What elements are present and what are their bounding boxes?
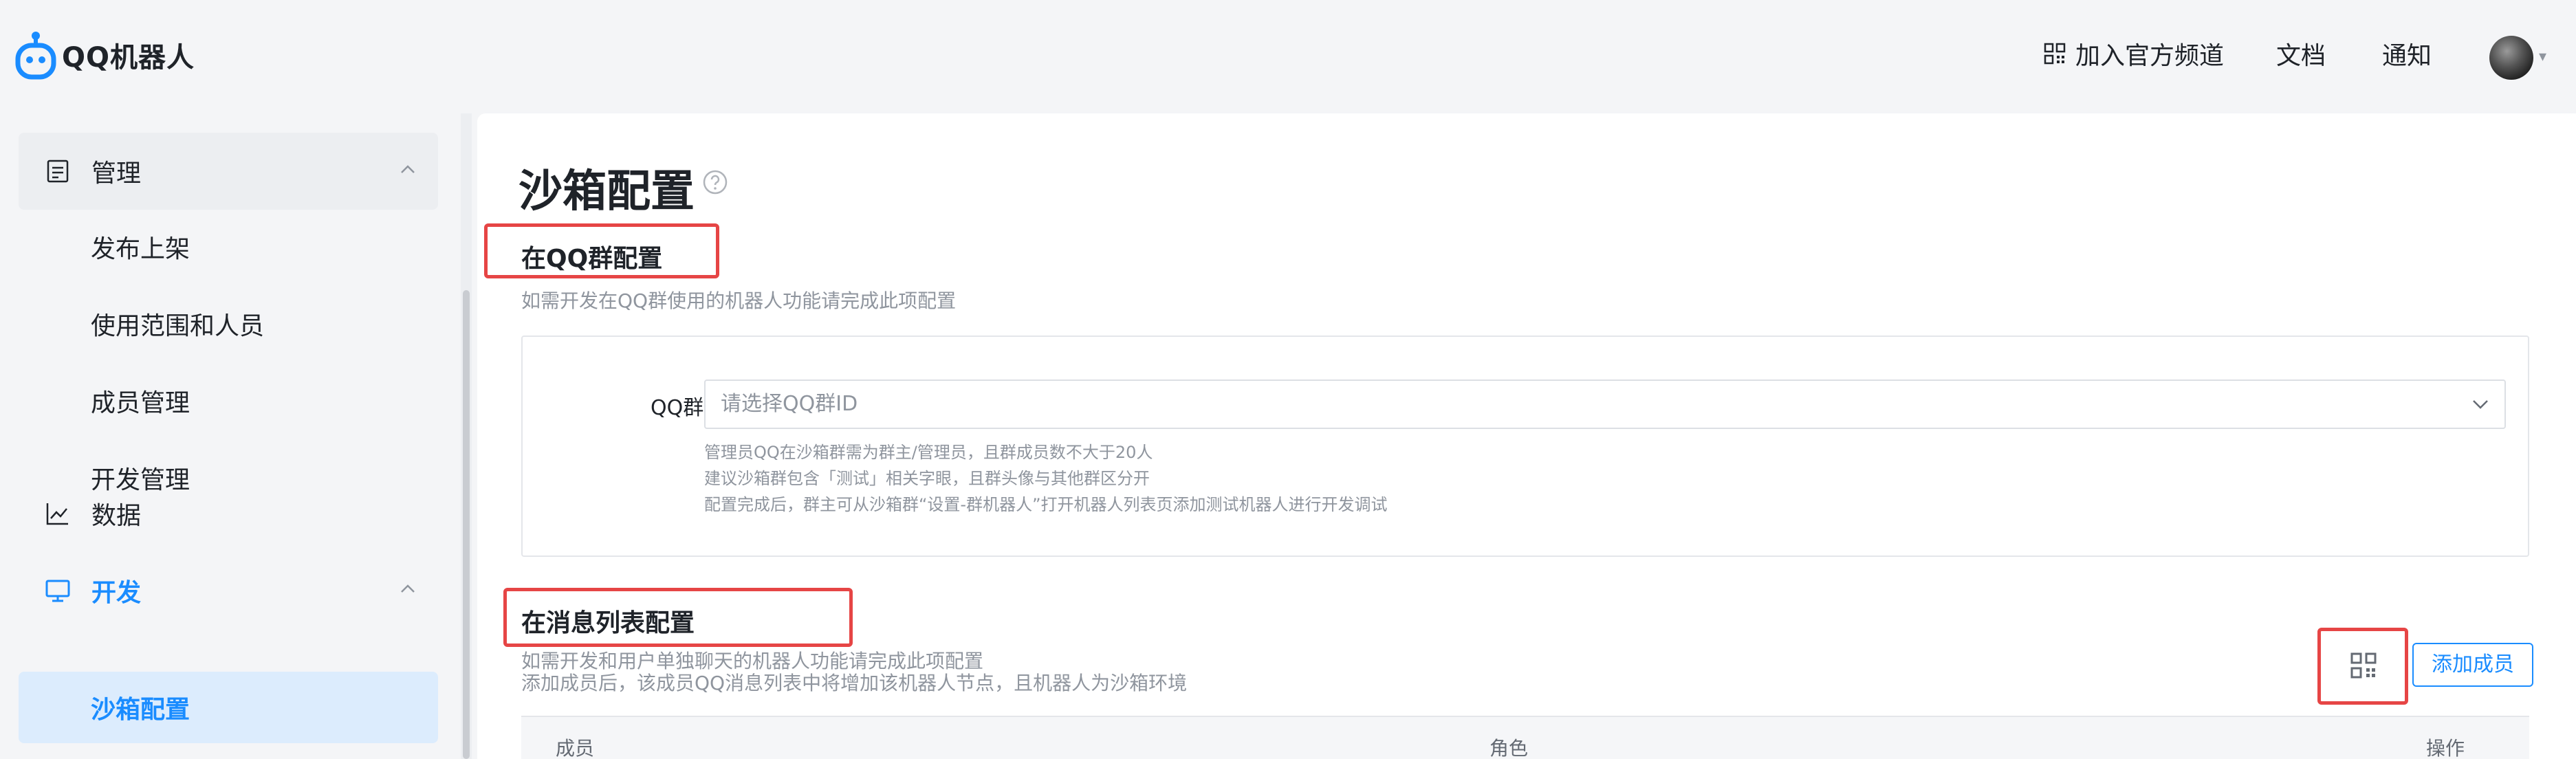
table-header-member: 成员 xyxy=(556,737,595,759)
add-member-button[interactable]: 添加成员 xyxy=(2412,643,2533,687)
group-config-card: QQ群ID 请选择QQ群ID 管理员QQ在沙箱群需为群主/管理员，且群成员数不大… xyxy=(521,336,2529,557)
robot-logo-icon xyxy=(15,32,56,80)
qq-bot-logo[interactable]: QQ机器人 xyxy=(15,28,195,82)
member-table-header: 成员 角色 操作 xyxy=(521,716,2529,759)
sidebar-item-member-management[interactable]: 成员管理 xyxy=(91,383,190,419)
sidebar-group-dev-label: 开发 xyxy=(91,579,142,607)
qr-code-icon xyxy=(2350,652,2377,679)
docs-link[interactable]: 文档 xyxy=(2276,36,2326,72)
group-section-description: 如需开发在QQ群使用的机器人功能请完成此项配置 xyxy=(521,289,957,312)
page-title: 沙箱配置 xyxy=(519,166,695,217)
sidebar-group-manage-label: 管理 xyxy=(91,160,142,188)
user-avatar[interactable] xyxy=(2489,36,2533,80)
sidebar-group-manage[interactable]: 管理 xyxy=(19,133,438,210)
join-channel-label: 加入官方频道 xyxy=(2075,42,2225,70)
qr-code-button[interactable] xyxy=(2342,644,2385,687)
message-section-description-1: 如需开发和用户单独聊天的机器人功能请完成此项配置 xyxy=(521,650,984,672)
select-placeholder: 请选择QQ群ID xyxy=(721,392,858,416)
main-content: 沙箱配置 在QQ群配置 如需开发在QQ群使用的机器人功能请完成此项配置 QQ群I… xyxy=(477,113,2576,759)
sidebar-item-sandbox-config[interactable]: 沙箱配置 xyxy=(19,672,438,743)
table-header-actions: 操作 xyxy=(2426,737,2465,759)
help-circle-icon[interactable] xyxy=(701,168,729,196)
qq-group-id-select[interactable]: 请选择QQ群ID xyxy=(704,380,2506,429)
hint-line-1: 管理员QQ在沙箱群需为群主/管理员，且群成员数不大于20人 xyxy=(704,443,1153,462)
sidebar-scrollbar-thumb[interactable] xyxy=(463,290,470,759)
avatar-chevron-down-icon[interactable]: ▾ xyxy=(2539,48,2546,65)
sidebar-item-publish[interactable]: 发布上架 xyxy=(91,229,190,265)
group-section-title: 在QQ群配置 xyxy=(521,245,663,273)
monitor-icon xyxy=(45,580,70,602)
qr-code-icon xyxy=(2044,43,2066,65)
sidebar-group-dev[interactable]: 开发 xyxy=(19,552,438,629)
table-header-role: 角色 xyxy=(1489,737,1529,759)
document-icon xyxy=(47,160,69,183)
message-section-description-2: 添加成员后，该成员QQ消息列表中将增加该机器人节点，且机器人为沙箱环境 xyxy=(521,672,1188,694)
notifications-link[interactable]: 通知 xyxy=(2382,36,2432,72)
top-header: QQ机器人 加入官方频道 文档 通知 ▾ xyxy=(0,0,2576,113)
hint-line-2: 建议沙箱群包含「测试」相关字眼，且群头像与其他群区分开 xyxy=(704,469,1150,488)
sidebar-group-data[interactable]: 数据 xyxy=(19,475,438,552)
join-official-channel-link[interactable]: 加入官方频道 xyxy=(2044,36,2224,72)
sidebar-item-scope-members[interactable]: 使用范围和人员 xyxy=(91,306,264,342)
logo-text: QQ机器人 xyxy=(62,42,195,74)
chevron-up-icon xyxy=(401,584,415,593)
chevron-down-icon xyxy=(2473,400,2488,409)
sidebar: 管理 发布上架 使用范围和人员 成员管理 开发管理 数据 开发 沙箱配置 xyxy=(0,113,457,759)
chevron-up-icon xyxy=(401,165,415,173)
line-chart-icon xyxy=(46,503,68,525)
sidebar-group-data-label: 数据 xyxy=(91,502,142,530)
hint-line-3: 配置完成后，群主可从沙箱群“设置-群机器人”打开机器人列表页添加测试机器人进行开… xyxy=(704,495,1388,514)
message-section-title: 在消息列表配置 xyxy=(521,609,695,637)
